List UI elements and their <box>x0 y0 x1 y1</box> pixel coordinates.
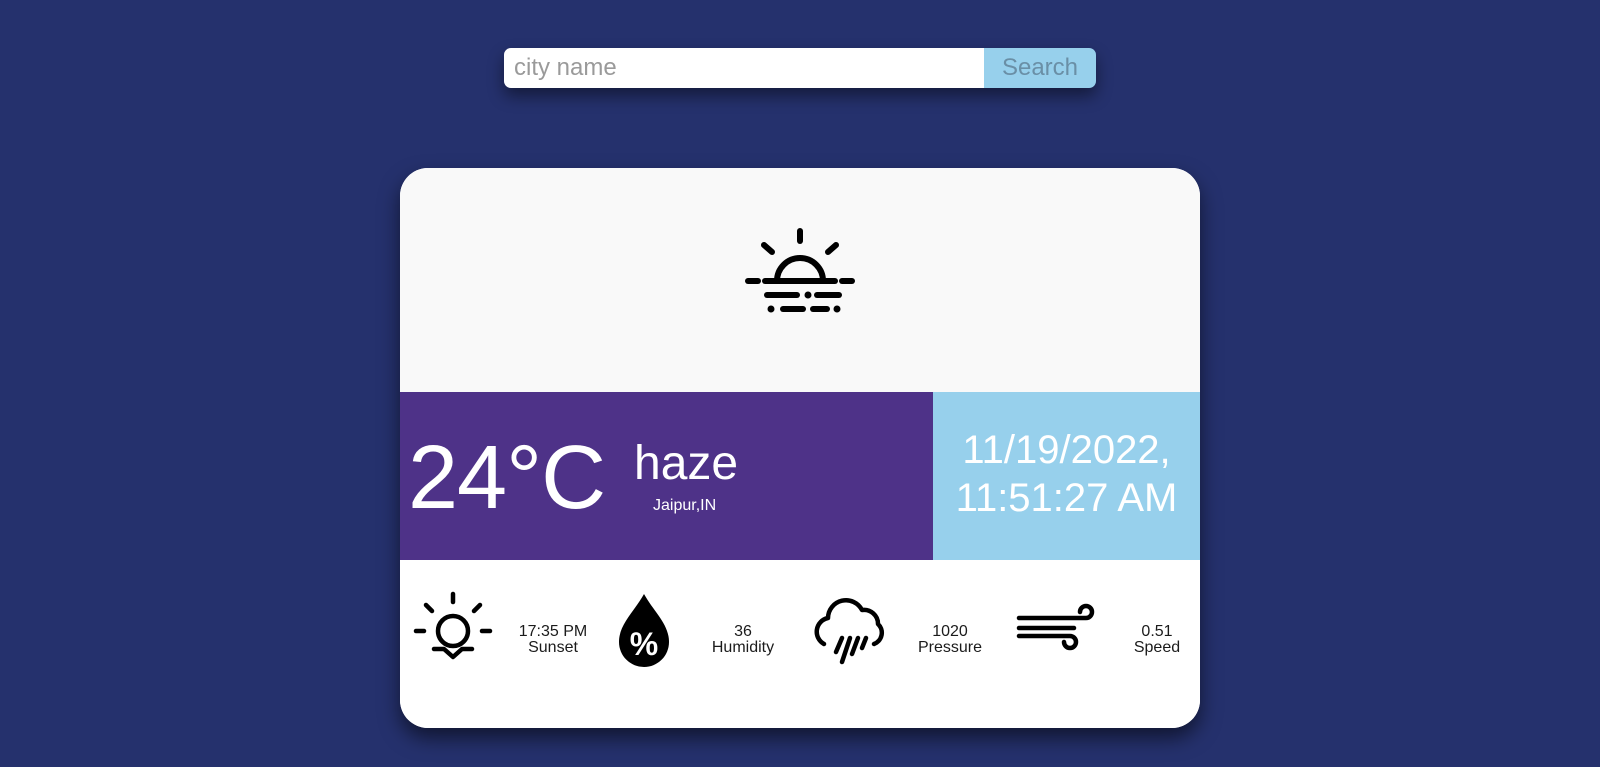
humidity-stat: 36 Humidity <box>693 624 793 656</box>
search-button[interactable]: Search <box>984 48 1096 88</box>
humidity-label: Humidity <box>711 639 775 656</box>
pressure-stat: 1020 Pressure <box>900 624 1000 656</box>
sunset-icon <box>413 591 493 660</box>
weather-stats-row: 17:35 PM Sunset % 36 Humidity 1020 Press… <box>400 560 1200 728</box>
sunset-time: 17:35 PM <box>518 623 588 640</box>
sunset-label: Sunset <box>528 639 578 656</box>
temperature-value: 24°C <box>408 428 606 528</box>
wind-speed-value: 0.51 <box>1141 623 1173 640</box>
wind-icon <box>1016 603 1095 651</box>
date-label: 11/19/2022, <box>962 428 1171 472</box>
sunrise-haze-icon <box>745 228 855 313</box>
sunset-stat: 17:35 PM Sunset <box>503 624 603 656</box>
time-label: 11:51:27 AM <box>955 476 1178 520</box>
wind-speed-stat: 0.51 Speed <box>1107 624 1200 656</box>
location-label: Jaipur,IN <box>653 497 717 514</box>
weather-condition: haze <box>634 437 739 490</box>
rain-cloud-icon <box>814 598 885 665</box>
weather-card: 24°C haze Jaipur,IN 11/19/2022, 11:51:27… <box>400 168 1200 728</box>
pressure-value: 1020 <box>932 623 968 640</box>
svg-text:%: % <box>630 626 658 662</box>
wind-speed-label: Speed <box>1133 639 1181 656</box>
datetime-panel: 11/19/2022, 11:51:27 AM <box>933 392 1200 560</box>
weather-icon-panel <box>400 168 1200 392</box>
temperature-panel: 24°C haze Jaipur,IN <box>400 392 933 560</box>
humidity-value: 36 <box>734 623 752 640</box>
pressure-label: Pressure <box>917 639 983 656</box>
search-bar: Search <box>504 48 1096 88</box>
city-search-input[interactable] <box>504 48 984 88</box>
humidity-icon: % <box>619 594 669 667</box>
